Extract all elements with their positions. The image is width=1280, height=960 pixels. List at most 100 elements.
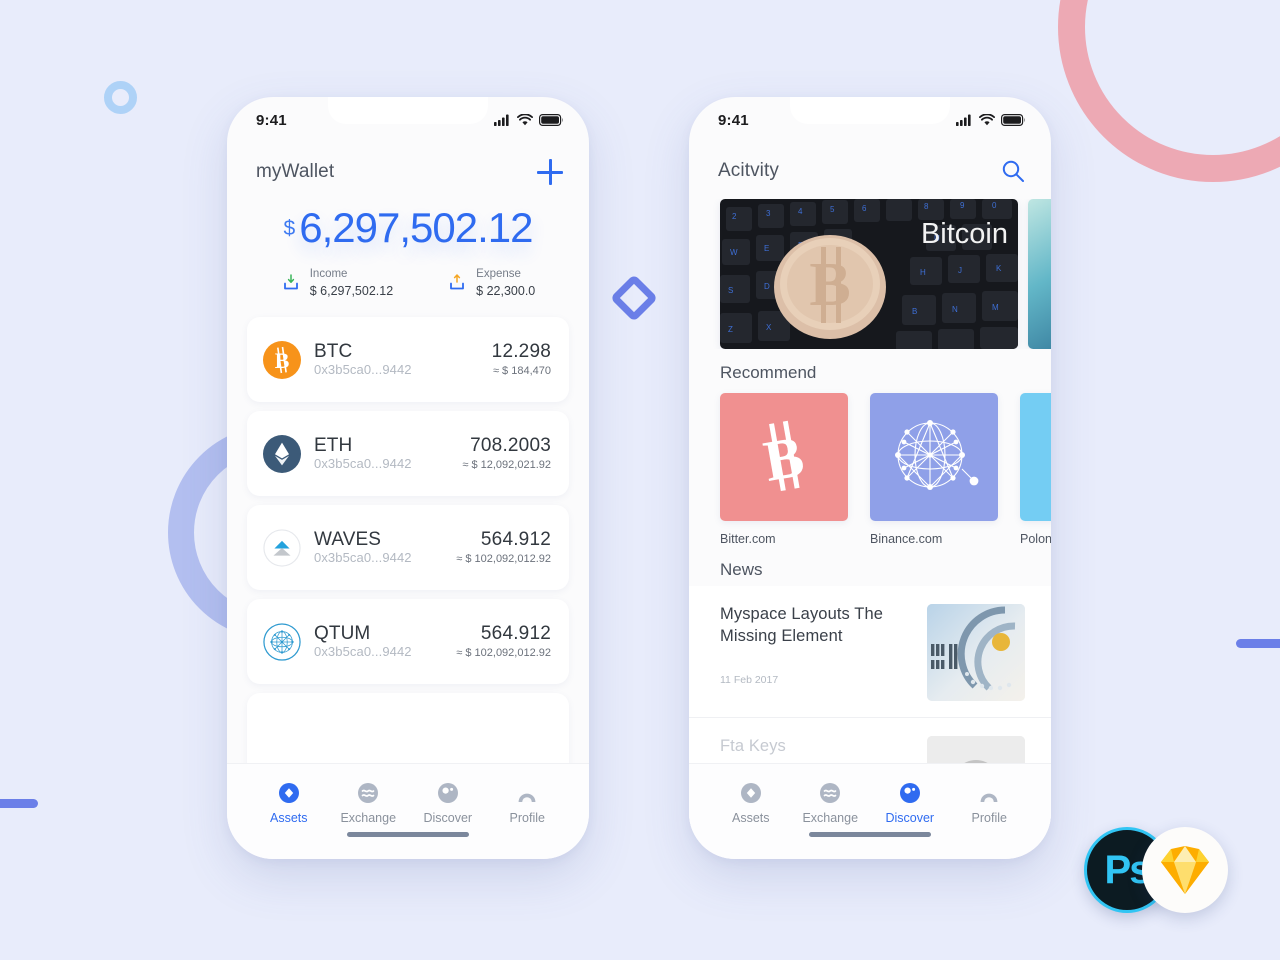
recommend-list[interactable]: B Bitter.com Binance.com Polon	[689, 383, 1051, 546]
svg-text:K: K	[996, 264, 1002, 273]
home-indicator[interactable]	[809, 832, 931, 837]
tab-discover[interactable]: Discover	[870, 782, 950, 825]
svg-text:B: B	[809, 251, 850, 319]
left-bar-decoration	[0, 799, 38, 808]
bottom-tab-bar: Assets Exchange Discover Profile	[227, 763, 589, 859]
exchange-waves-icon	[358, 783, 379, 803]
list-item[interactable]: Myspace Layouts The Missing Element 11 F…	[689, 586, 1051, 718]
recommend-name: Binance.com	[870, 532, 943, 546]
diamond-decoration	[609, 273, 659, 323]
search-icon[interactable]	[1001, 159, 1025, 183]
star-icon	[1035, 442, 1051, 472]
news-date: 11 Feb 2017	[720, 673, 779, 686]
tab-profile[interactable]: Profile	[950, 782, 1030, 825]
asset-usd-value: ≈ $ 12,092,021.92	[462, 458, 551, 471]
status-clock: 9:41	[256, 111, 287, 129]
table-row[interactable]: WAVES 0x3b5ca0...9442 564.912 ≈ $ 102,09…	[247, 505, 569, 591]
balance-amount: 6,297,502.12	[299, 204, 533, 251]
news-thumbnail	[927, 604, 1025, 701]
list-item[interactable]: B Bitter.com	[720, 393, 848, 546]
wifi-icon	[979, 114, 995, 126]
svg-text:M: M	[992, 303, 999, 312]
expense-summary: Expense $ 22,300.0	[447, 267, 535, 299]
tab-label: Discover	[885, 811, 935, 825]
svg-text:3: 3	[766, 209, 771, 218]
asset-usd-value: ≈ $ 102,092,012.92	[456, 646, 551, 659]
assets-diamond-icon	[740, 783, 761, 803]
tab-profile[interactable]: Profile	[488, 782, 568, 825]
status-bar: 9:41	[689, 97, 1051, 143]
recommend-name: Bitter.com	[720, 532, 776, 546]
qtum-coin-icon	[263, 623, 301, 661]
wifi-icon	[517, 114, 533, 126]
tab-label: Profile	[971, 811, 1007, 825]
list-item[interactable]: Polonie	[1020, 393, 1051, 546]
news-section-title: News	[720, 560, 763, 579]
activity-header: Acitvity	[689, 143, 1051, 183]
svg-text:S: S	[728, 286, 733, 295]
status-bar: 9:41	[227, 97, 589, 143]
banner-next[interactable]	[1028, 199, 1051, 349]
table-row[interactable]: QTUM 0x3b5ca0...9442 564.912 ≈ $ 102,092…	[247, 599, 569, 685]
income-value: $ 6,297,502.12	[309, 283, 394, 298]
page-title: myWallet	[256, 161, 335, 182]
pink-ring-decoration	[1058, 0, 1280, 182]
svg-text:B: B	[912, 307, 917, 316]
sketch-badge	[1142, 827, 1228, 913]
bitcoin-coin-icon: B	[263, 340, 301, 379]
recommend-name: Polonie	[1020, 532, 1051, 546]
svg-text:8: 8	[924, 202, 929, 211]
news-title: Myspace Layouts The Missing Element	[720, 605, 884, 645]
asset-amount: 564.912	[480, 622, 551, 644]
home-indicator[interactable]	[347, 832, 469, 837]
list-item[interactable]: Binance.com	[870, 393, 998, 546]
svg-text:E: E	[764, 244, 769, 253]
recommend-tile[interactable]: B	[720, 393, 848, 521]
svg-text:Z: Z	[728, 325, 733, 334]
wallet-header: myWallet	[227, 143, 589, 185]
recommend-tile[interactable]	[870, 393, 998, 521]
tab-exchange[interactable]: Exchange	[329, 782, 409, 825]
profile-person-icon	[518, 793, 536, 802]
tab-discover[interactable]: Discover	[408, 782, 488, 825]
background-decoration	[0, 0, 1280, 960]
asset-amount: 12.298	[491, 340, 551, 362]
tab-exchange[interactable]: Exchange	[791, 782, 871, 825]
banner-carousel[interactable]: 234 568 90 WER UI SD HJK ZX BNM B	[689, 199, 1051, 349]
asset-address: 0x3b5ca0...9442	[314, 456, 412, 472]
svg-text:W: W	[730, 248, 738, 257]
tab-label: Discover	[423, 811, 473, 825]
right-bar-decoration	[1236, 639, 1280, 648]
balance-section: $ 6,297,502.12 Income $ 6,297,502.12 Exp…	[227, 207, 589, 299]
bottom-tab-bar: Assets Exchange Discover Profile	[689, 763, 1051, 859]
expense-value: $ 22,300.0	[476, 283, 536, 298]
table-row[interactable]: B BTC 0x3b5ca0...9442 12.298 ≈ $ 184,470	[247, 317, 569, 403]
plus-icon[interactable]	[537, 159, 563, 185]
tab-assets[interactable]: Assets	[711, 782, 791, 825]
tab-label: Assets	[731, 811, 770, 825]
svg-text:2: 2	[732, 212, 737, 221]
tab-label: Exchange	[340, 811, 397, 825]
tab-assets[interactable]: Assets	[249, 782, 329, 825]
svg-text:X: X	[766, 323, 772, 332]
tab-label: Exchange	[802, 811, 859, 825]
recommend-tile[interactable]	[1020, 393, 1051, 521]
income-label: Income	[309, 268, 348, 280]
asset-symbol: BTC	[314, 340, 353, 362]
waves-coin-icon	[263, 529, 301, 567]
discover-compass-icon	[899, 783, 920, 803]
svg-text:J: J	[958, 266, 962, 275]
asset-amount: 708.2003	[470, 434, 551, 456]
svg-text:Bitcoin: Bitcoin	[921, 218, 1008, 250]
battery-icon	[539, 114, 563, 126]
upload-tray-icon	[450, 274, 465, 290]
table-row[interactable]: ETH 0x3b5ca0...9442 708.2003 ≈ $ 12,092,…	[247, 411, 569, 497]
balance-currency-symbol: $	[283, 217, 296, 240]
banner-bitcoin[interactable]: 234 568 90 WER UI SD HJK ZX BNM B	[720, 199, 1018, 349]
asset-symbol: WAVES	[314, 528, 382, 550]
small-blue-ring-decoration	[104, 81, 137, 114]
discover-compass-icon	[437, 783, 458, 803]
asset-usd-value: ≈ $ 102,092,012.92	[456, 552, 551, 565]
assets-diamond-icon	[278, 783, 299, 803]
news-title: Fta Keys	[720, 737, 786, 755]
